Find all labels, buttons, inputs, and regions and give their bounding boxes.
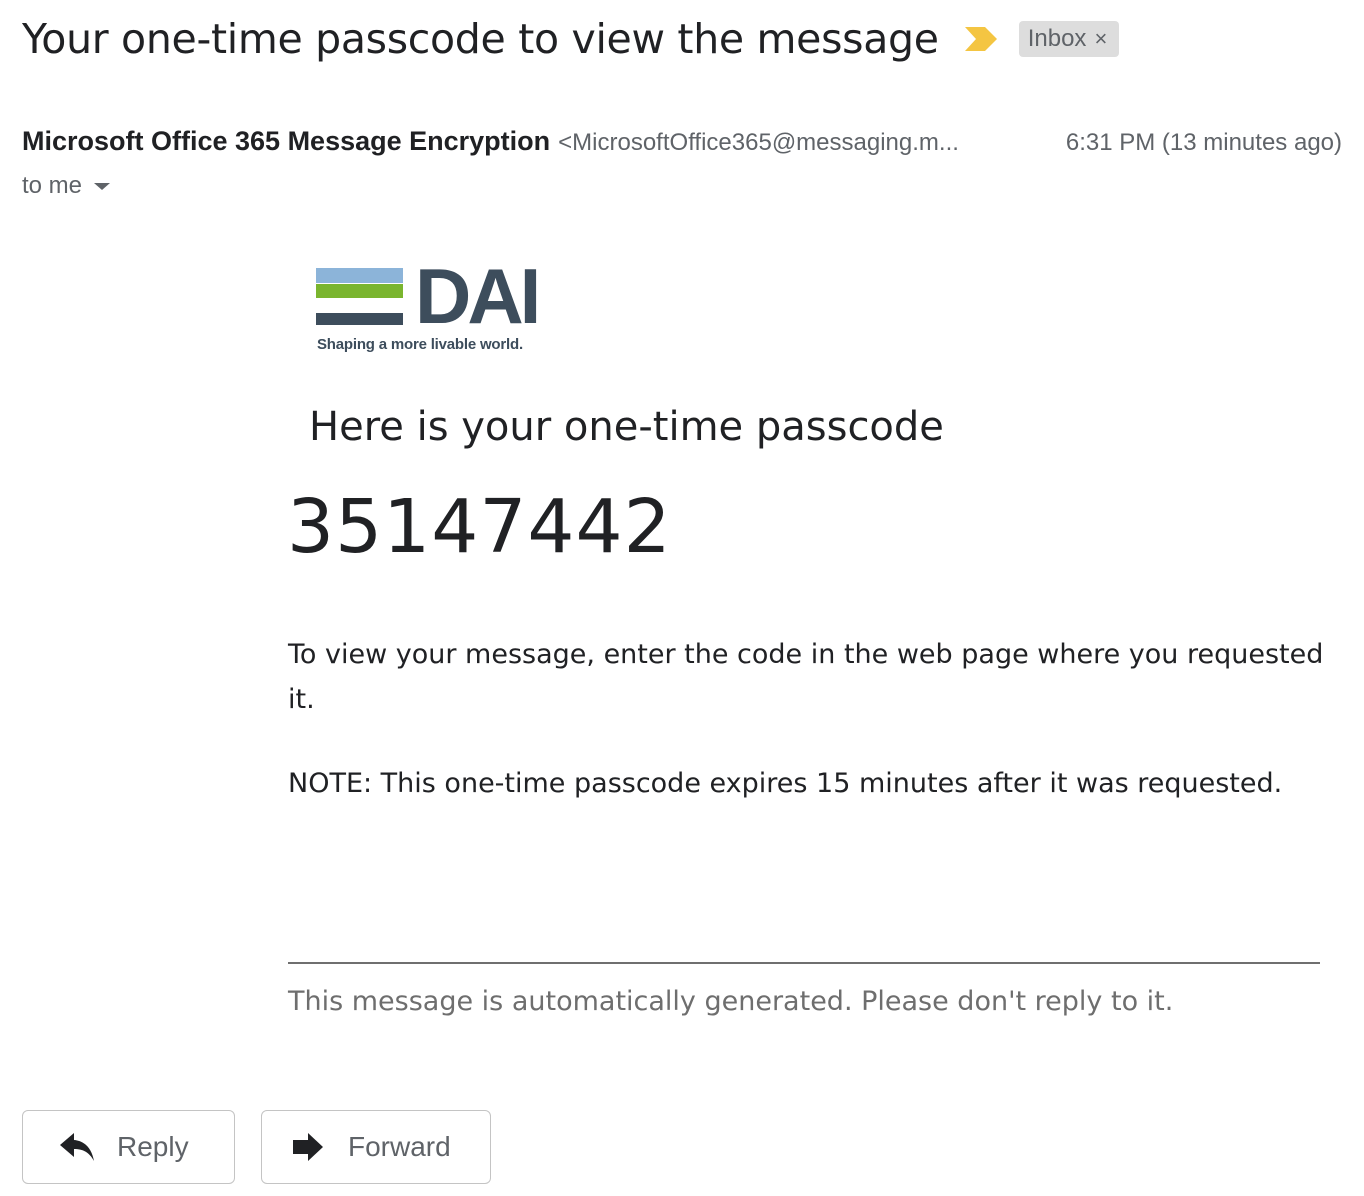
forward-button[interactable]: Forward bbox=[261, 1110, 491, 1184]
passcode-heading: Here is your one-time passcode bbox=[309, 404, 944, 450]
logo-stripe-green bbox=[316, 284, 403, 298]
important-marker-icon[interactable] bbox=[963, 26, 999, 52]
reply-arrow-icon bbox=[60, 1133, 94, 1161]
instruction-text: To view your message, enter the code in … bbox=[288, 639, 1324, 715]
recipients-toggle[interactable]: to me bbox=[22, 172, 111, 200]
label-chip-text: Inbox bbox=[1027, 25, 1087, 52]
reply-label: Reply bbox=[117, 1131, 189, 1162]
reply-button[interactable]: Reply bbox=[22, 1110, 235, 1184]
sender-row: Microsoft Office 365 Message Encryption … bbox=[22, 126, 1342, 157]
email-view: Your one-time passcode to view the messa… bbox=[0, 0, 1364, 1196]
email-subject: Your one-time passcode to view the messa… bbox=[22, 15, 939, 63]
label-chip-inbox: Inbox × bbox=[1018, 21, 1120, 57]
logo-tagline: Shaping a more livable world. bbox=[317, 336, 523, 353]
sender-email: <MicrosoftOffice365@messaging.m... bbox=[558, 129, 959, 156]
subject-row: Your one-time passcode to view the messa… bbox=[22, 14, 1120, 64]
chevron-down-icon[interactable] bbox=[94, 182, 111, 190]
remove-label-icon[interactable]: × bbox=[1094, 26, 1107, 52]
logo-stripe-blue bbox=[316, 268, 403, 283]
message-timestamp: 6:31 PM (13 minutes ago) bbox=[1065, 129, 1342, 156]
forward-label: Forward bbox=[348, 1131, 451, 1162]
sender-name[interactable]: Microsoft Office 365 Message Encryption bbox=[22, 126, 550, 157]
auto-generated-note: This message is automatically generated.… bbox=[288, 986, 1174, 1017]
logo-stripe-slate bbox=[316, 313, 403, 325]
forward-arrow-icon bbox=[293, 1133, 323, 1161]
expiry-note: NOTE: This one-time passcode expires 15 … bbox=[288, 768, 1283, 799]
recipients-text: to me bbox=[22, 172, 83, 199]
divider bbox=[288, 962, 1320, 964]
logo-wordmark: DAI bbox=[415, 252, 541, 340]
dai-logo: DAI Shaping a more livable world. bbox=[316, 257, 556, 360]
passcode-value: 35147442 bbox=[287, 484, 672, 570]
